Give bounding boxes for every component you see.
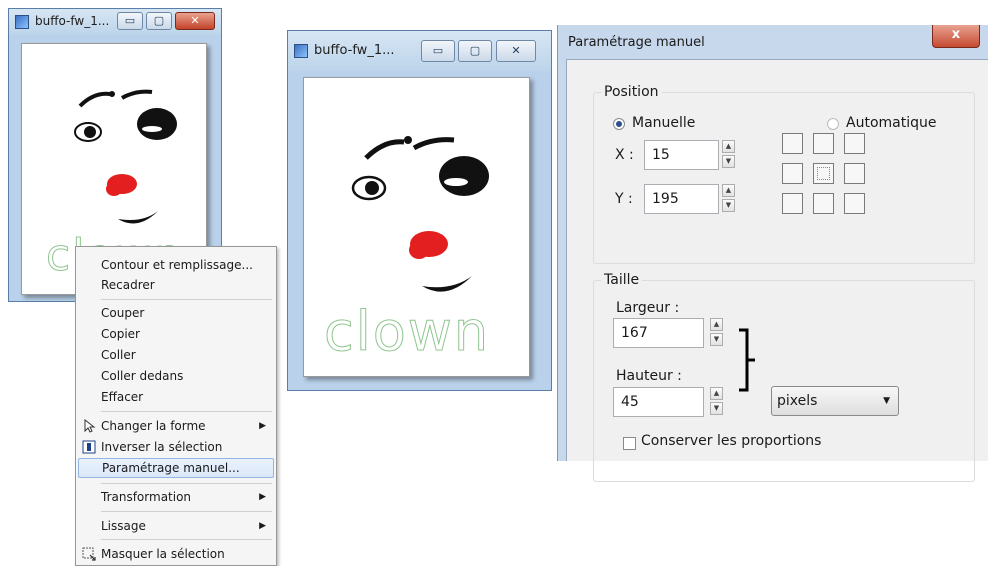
menu-separator [101, 511, 272, 512]
app-icon [294, 44, 308, 58]
keep-proportions-checkbox[interactable] [623, 437, 636, 450]
anchor-bottom-right[interactable] [844, 193, 865, 214]
keep-proportions-label: Conserver les proportions [641, 433, 822, 449]
x-input[interactable]: 15 [644, 140, 719, 170]
y-input[interactable]: 195 [644, 184, 719, 214]
submenu-arrow-icon: ▶ [259, 421, 266, 431]
spin-up-icon[interactable]: ▲ [710, 387, 723, 400]
anchor-top-center[interactable] [813, 133, 834, 154]
manual-radio-label: Manuelle [632, 115, 696, 131]
dialog-title: Paramétrage manuel [568, 35, 705, 50]
anchor-top-left[interactable] [782, 133, 803, 154]
cursor-arrow-icon [84, 419, 96, 433]
chevron-down-icon: ▼ [883, 396, 890, 406]
title-bar[interactable]: buffo-fw_1... ▭ ▢ ✕ [9, 9, 221, 35]
height-input[interactable]: 45 [613, 387, 704, 417]
close-button[interactable]: ✕ [496, 40, 536, 62]
spin-down-icon[interactable]: ▼ [710, 402, 723, 415]
anchor-center[interactable] [813, 163, 834, 184]
menu-item-cut[interactable]: Couper [78, 303, 274, 323]
menu-item-crop[interactable]: Recadrer [78, 275, 274, 295]
hide-selection-icon [82, 547, 96, 561]
link-bracket-icon [739, 328, 755, 392]
anchor-middle-left[interactable] [782, 163, 803, 184]
width-input[interactable]: 167 [613, 318, 704, 348]
spin-up-icon[interactable]: ▲ [722, 184, 735, 197]
maximize-button[interactable]: ▢ [146, 12, 172, 30]
height-spinner[interactable]: ▲ ▼ [710, 387, 723, 417]
spin-up-icon[interactable]: ▲ [722, 140, 735, 153]
automatic-radio[interactable] [827, 118, 839, 130]
spin-up-icon[interactable]: ▲ [710, 318, 723, 331]
x-label: X : [615, 147, 634, 163]
manual-settings-dialog: Paramétrage manuel x Position Manuelle A… [557, 25, 988, 482]
y-label: Y : [615, 191, 633, 207]
window-title: buffo-fw_1... [314, 43, 395, 58]
menu-item-hide-selection[interactable]: Masquer la sélection [78, 544, 274, 564]
menu-item-paste-inside[interactable]: Coller dedans [78, 366, 274, 386]
spin-down-icon[interactable]: ▼ [710, 333, 723, 346]
title-bar[interactable]: buffo-fw_1... ▭ ▢ ✕ [288, 31, 551, 71]
size-group-label: Taille [601, 272, 643, 288]
anchor-bottom-left[interactable] [782, 193, 803, 214]
anchor-top-right[interactable] [844, 133, 865, 154]
menu-separator [101, 483, 272, 484]
invert-selection-icon [82, 440, 96, 454]
menu-item-paste[interactable]: Coller [78, 345, 274, 365]
submenu-arrow-icon: ▶ [259, 492, 266, 502]
submenu-arrow-icon: ▶ [259, 521, 266, 531]
menu-separator [101, 539, 272, 540]
anchor-bottom-center[interactable] [813, 193, 834, 214]
x-spinner[interactable]: ▲ ▼ [722, 140, 735, 170]
image-canvas[interactable]: clown [303, 77, 530, 377]
spin-down-icon[interactable]: ▼ [722, 199, 735, 212]
app-icon [15, 15, 29, 29]
context-menu: Contour et remplissage... Recadrer Coupe… [75, 246, 277, 566]
manual-radio[interactable] [613, 118, 625, 130]
menu-separator [101, 299, 272, 300]
width-spinner[interactable]: ▲ ▼ [710, 318, 723, 348]
menu-item-manual-settings[interactable]: Paramétrage manuel... [78, 458, 274, 478]
y-spinner[interactable]: ▲ ▼ [722, 184, 735, 214]
maximize-button[interactable]: ▢ [458, 40, 492, 62]
anchor-middle-right[interactable] [844, 163, 865, 184]
menu-separator [101, 411, 272, 412]
unit-select[interactable]: pixels ▼ [771, 386, 899, 416]
close-button[interactable]: ✕ [175, 12, 215, 30]
image-window-large[interactable]: buffo-fw_1... ▭ ▢ ✕ clown [287, 30, 552, 391]
width-label: Largeur : [616, 300, 680, 316]
menu-item-transformation[interactable]: Transformation ▶ [78, 487, 274, 507]
window-title: buffo-fw_1... [35, 14, 110, 28]
height-label: Hauteur : [616, 368, 682, 384]
menu-item-copy[interactable]: Copier [78, 324, 274, 344]
menu-item-smoothing[interactable]: Lissage ▶ [78, 516, 274, 536]
minimize-button[interactable]: ▭ [117, 12, 143, 30]
menu-item-invert-selection[interactable]: Inverser la sélection [78, 437, 274, 457]
position-group-label: Position [601, 84, 662, 100]
clown-selection-text: clown [323, 300, 491, 364]
menu-item-contour-fill[interactable]: Contour et remplissage... [78, 255, 274, 275]
dialog-body: Position Manuelle Automatique X : 15 ▲ ▼ … [566, 59, 988, 482]
spin-down-icon[interactable]: ▼ [722, 155, 735, 168]
menu-item-change-shape[interactable]: Changer la forme ▶ [78, 416, 274, 436]
menu-item-erase[interactable]: Effacer [78, 387, 274, 407]
automatic-radio-label: Automatique [846, 115, 937, 131]
minimize-button[interactable]: ▭ [421, 40, 455, 62]
dialog-close-button[interactable]: x [932, 25, 980, 48]
unit-select-value: pixels [777, 393, 818, 409]
